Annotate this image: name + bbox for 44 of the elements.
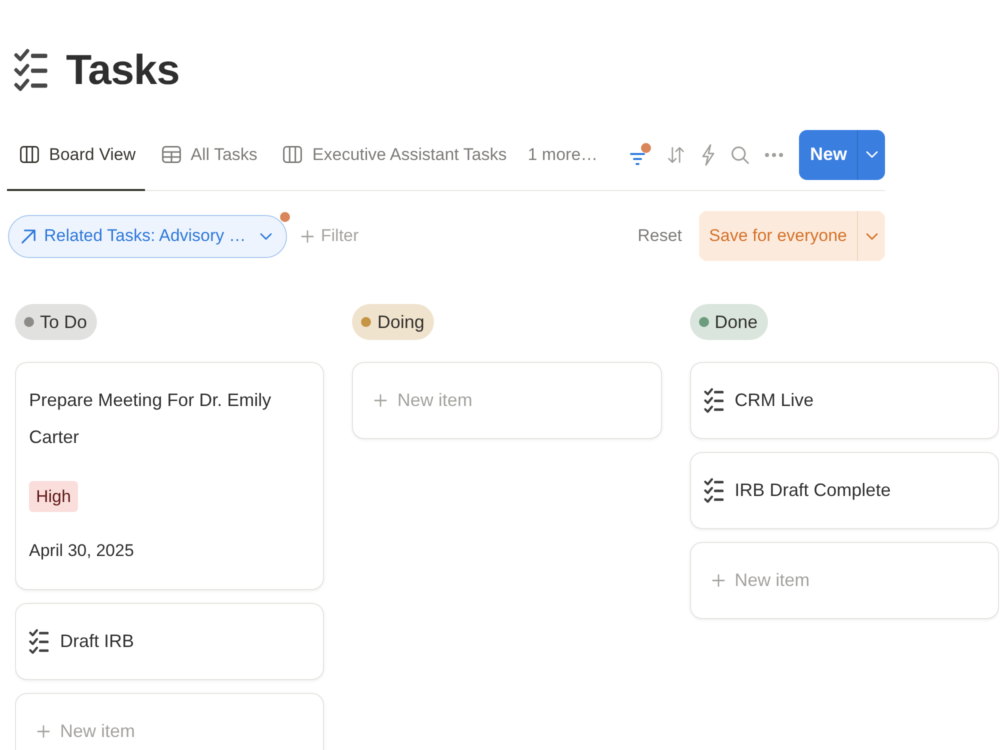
filter-chip[interactable]: Related Tasks: Advisory … bbox=[8, 214, 287, 258]
checklist-icon bbox=[14, 48, 48, 92]
arrow-up-right-icon bbox=[21, 228, 36, 244]
filter-icon[interactable] bbox=[628, 142, 651, 166]
new-item-button[interactable]: New item bbox=[352, 362, 662, 439]
board-columns-icon bbox=[283, 146, 302, 163]
more-icon[interactable] bbox=[764, 152, 783, 156]
new-item-button[interactable]: New item bbox=[15, 693, 324, 750]
plus-icon bbox=[37, 725, 50, 738]
due-date: April 30, 2025 bbox=[29, 540, 135, 562]
view-tab[interactable]: All Tasks bbox=[148, 130, 266, 191]
chevron-down-icon bbox=[866, 232, 878, 240]
add-filter-button[interactable]: Filter bbox=[300, 226, 359, 246]
view-tab[interactable]: Board View bbox=[7, 130, 145, 191]
lightning-icon[interactable] bbox=[700, 144, 715, 166]
new-item-button[interactable]: New item bbox=[690, 542, 999, 619]
new-button[interactable]: New bbox=[798, 130, 857, 180]
sort-icon[interactable] bbox=[666, 146, 685, 164]
task-card[interactable]: Draft IRB bbox=[15, 603, 324, 680]
task-card[interactable]: CRM Live bbox=[690, 362, 999, 439]
table-icon bbox=[162, 146, 181, 163]
card-title: IRB Draft Complete bbox=[734, 479, 891, 502]
column-title: Done bbox=[714, 312, 758, 332]
task-card[interactable]: IRB Draft Complete bbox=[690, 452, 999, 529]
card-title: CRM Live bbox=[734, 389, 814, 412]
priority-tag: High bbox=[29, 481, 78, 512]
plus-icon bbox=[300, 230, 314, 242]
search-icon[interactable] bbox=[730, 146, 749, 164]
page-title: Tasks bbox=[66, 45, 180, 95]
card-title: Prepare Meeting For Dr. Emily Carter bbox=[29, 389, 272, 449]
view-tab[interactable]: Executive Assistant Tasks bbox=[270, 130, 516, 191]
task-card[interactable]: Prepare Meeting For Dr. Emily Carter High April 30, 2025 bbox=[15, 362, 324, 590]
new-dropdown-button[interactable] bbox=[857, 130, 885, 180]
more-views-button[interactable]: 1 more… bbox=[520, 130, 602, 190]
board-columns-icon bbox=[20, 146, 39, 163]
plus-icon bbox=[712, 574, 725, 587]
card-title: Draft IRB bbox=[60, 630, 134, 653]
chevron-down-icon bbox=[866, 151, 878, 158]
save-button[interactable]: Save for everyone bbox=[699, 211, 857, 261]
reset-button[interactable]: Reset bbox=[638, 226, 682, 246]
chevron-down-icon bbox=[260, 232, 272, 240]
column-title: To Do bbox=[40, 312, 88, 332]
column-title: Doing bbox=[377, 312, 424, 332]
plus-icon bbox=[374, 394, 388, 407]
